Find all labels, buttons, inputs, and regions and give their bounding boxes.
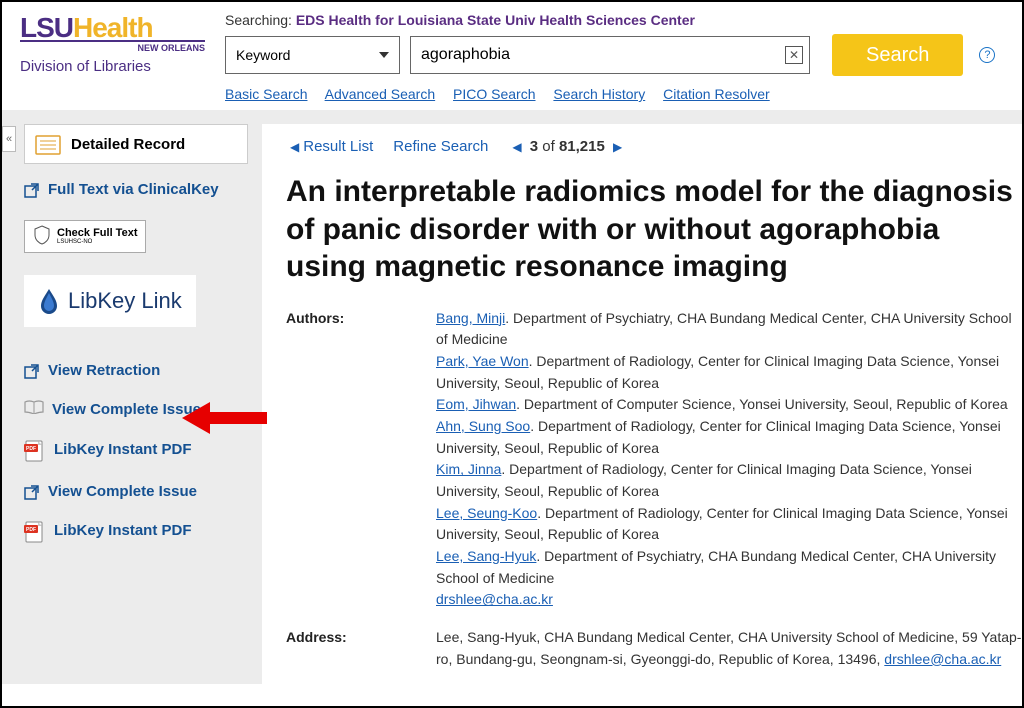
check-full-text-label: Check Full Text [57, 227, 137, 239]
search-input[interactable] [421, 46, 785, 64]
view-complete-issue-label: View Complete Issue [52, 400, 201, 420]
arrow-left-icon: ◀ [286, 140, 303, 154]
result-topbar: ◀Result List Refine Search ◀ 3 of 81,215… [286, 138, 1022, 155]
search-mode-label: Keyword [236, 47, 290, 63]
external-link-icon [24, 484, 40, 500]
droplet-icon [38, 287, 60, 315]
authors-value: Bang, Minji. Department of Psychiatry, C… [436, 308, 1022, 612]
check-full-text-button[interactable]: Check Full Text LSUHSC-NO [24, 220, 146, 253]
external-link-icon [24, 182, 40, 198]
author-affiliation: . Department of Radiology, Center for Cl… [436, 461, 972, 499]
next-result-button[interactable]: ▶ [609, 140, 626, 154]
annotation-arrow-icon [182, 400, 267, 439]
view-retraction-link[interactable]: View Retraction [24, 361, 248, 381]
clear-search-icon[interactable]: ✕ [785, 46, 803, 64]
pdf-icon: PDF [24, 521, 46, 543]
logo-division: Division of Libraries [20, 58, 205, 75]
author-link[interactable]: Kim, Jinna [436, 461, 501, 477]
citation-resolver-link[interactable]: Citation Resolver [663, 86, 770, 102]
libkey-instant-pdf-link-1[interactable]: PDF LibKey Instant PDF [24, 440, 248, 462]
author-link[interactable]: Lee, Seung-Koo [436, 505, 537, 521]
book-icon [24, 400, 44, 414]
prev-result-button[interactable]: ◀ [508, 140, 525, 154]
logo-health: Health [73, 12, 153, 43]
search-links: Basic Search Advanced Search PICO Search… [225, 86, 1004, 102]
address-email-link[interactable]: drshlee@cha.ac.kr [884, 651, 1001, 667]
libkey-pdf-label: LibKey Instant PDF [54, 440, 192, 460]
full-text-ck-label: Full Text via ClinicalKey [48, 180, 219, 200]
search-input-wrap: ✕ [410, 36, 810, 74]
result-total: 81,215 [559, 138, 605, 155]
view-retraction-label: View Retraction [48, 361, 160, 381]
logo-lsu: LSU [20, 12, 73, 43]
content: ◀Result List Refine Search ◀ 3 of 81,215… [262, 124, 1022, 684]
record-title: An interpretable radiomics model for the… [286, 173, 1022, 286]
advanced-search-link[interactable]: Advanced Search [325, 86, 436, 102]
libkey-link-card[interactable]: LibKey Link [24, 275, 196, 327]
search-controls: Keyword ✕ Search ? [225, 34, 1004, 76]
author-link[interactable]: Ahn, Sung Soo [436, 418, 530, 434]
view-complete-issue-link-2[interactable]: View Complete Issue [24, 482, 248, 502]
libkey-instant-pdf-link-2[interactable]: PDF LibKey Instant PDF [24, 521, 248, 543]
author-link[interactable]: Lee, Sang-Hyuk [436, 548, 536, 564]
author-link[interactable]: Eom, Jihwan [436, 396, 516, 412]
svg-text:PDF: PDF [26, 446, 36, 452]
search-mode-select[interactable]: Keyword [225, 36, 400, 74]
author-link[interactable]: Park, Yae Won [436, 353, 529, 369]
result-position: 3 [530, 138, 538, 155]
svg-text:PDF: PDF [26, 527, 36, 533]
address-row: Address: Lee, Sang-Hyuk, CHA Bundang Med… [286, 627, 1022, 670]
libkey-pdf-label-2: LibKey Instant PDF [54, 521, 192, 541]
sidebar: Detailed Record Full Text via ClinicalKe… [2, 110, 262, 684]
searching-label: Searching: [225, 12, 292, 28]
libkey-link-label: LibKey Link [68, 288, 182, 314]
check-full-text-sub: LSUHSC-NO [57, 239, 137, 245]
search-button[interactable]: Search [832, 34, 963, 76]
pico-search-link[interactable]: PICO Search [453, 86, 535, 102]
searching-line: Searching: EDS Health for Louisiana Stat… [225, 12, 1004, 28]
address-label: Address: [286, 627, 436, 670]
main: « Detailed Record Full Text via Clinical… [2, 110, 1022, 684]
external-link-icon [24, 363, 40, 379]
document-icon [35, 133, 61, 155]
detailed-record-label: Detailed Record [71, 136, 185, 153]
header: LSUHealth NEW ORLEANS Division of Librar… [2, 2, 1022, 110]
author-email-link[interactable]: drshlee@cha.ac.kr [436, 591, 553, 607]
view-complete-issue-label-2: View Complete Issue [48, 482, 197, 502]
detailed-record-banner: Detailed Record [24, 124, 248, 164]
authors-row: Authors: Bang, Minji. Department of Psyc… [286, 308, 1022, 612]
collapse-sidebar-button[interactable]: « [2, 126, 16, 152]
pdf-icon: PDF [24, 440, 46, 462]
authors-label: Authors: [286, 308, 436, 612]
help-icon[interactable]: ? [979, 47, 995, 63]
basic-search-link[interactable]: Basic Search [225, 86, 307, 102]
logo-block: LSUHealth NEW ORLEANS Division of Librar… [20, 12, 205, 75]
author-affiliation: . Department of Computer Science, Yonsei… [516, 396, 1008, 412]
author-affiliation: . Department of Psychiatry, CHA Bundang … [436, 310, 1012, 348]
search-history-link[interactable]: Search History [553, 86, 645, 102]
refine-search-link[interactable]: Refine Search [393, 138, 488, 155]
address-value: Lee, Sang-Hyuk, CHA Bundang Medical Cent… [436, 627, 1022, 670]
search-block: Searching: EDS Health for Louisiana Stat… [205, 12, 1004, 102]
chevron-down-icon [379, 52, 389, 58]
result-list-link[interactable]: ◀Result List [286, 138, 373, 155]
searching-source: EDS Health for Louisiana State Univ Heal… [296, 12, 695, 28]
result-pager: ◀ 3 of 81,215 ▶ [508, 138, 626, 155]
author-link[interactable]: Bang, Minji [436, 310, 505, 326]
full-text-clinicalkey-link[interactable]: Full Text via ClinicalKey [24, 180, 248, 200]
shield-icon [33, 225, 51, 248]
